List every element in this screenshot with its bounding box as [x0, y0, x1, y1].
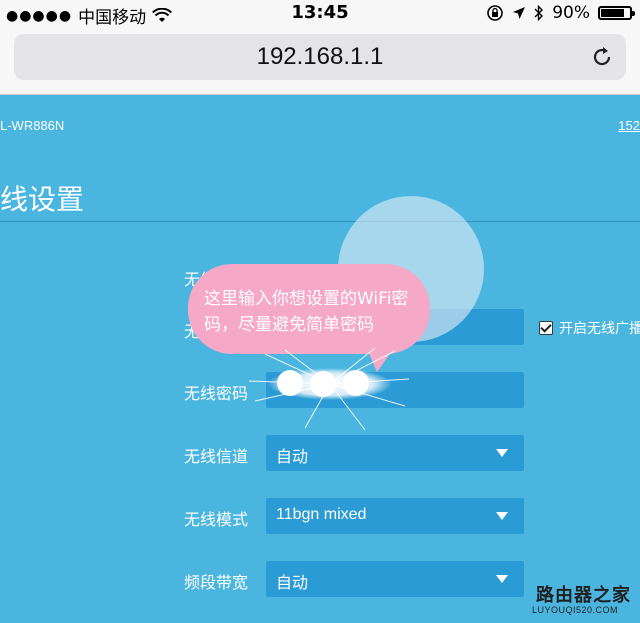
speech-bubble-text: 这里输入你想设置的WiFi密码，尽量避免简单密码 [204, 289, 409, 335]
battery-icon [598, 6, 635, 20]
bandwidth-select[interactable]: 自动 [266, 561, 524, 597]
speech-bubble: 这里输入你想设置的WiFi密码，尽量避免简单密码 [188, 264, 430, 354]
mode-value: 11bgn mixed [276, 506, 367, 523]
channel-select[interactable]: 自动 [266, 435, 524, 471]
url-text[interactable]: 192.168.1.1 [14, 43, 626, 71]
rotation-lock-icon [487, 5, 504, 21]
channel-value: 自动 [276, 449, 309, 466]
mode-select[interactable]: 11bgn mixed [266, 498, 524, 534]
bandwidth-value: 自动 [276, 575, 309, 592]
password-label: 无线密码 [184, 384, 249, 403]
browser-toolbar: 192.168.1.1 [0, 26, 640, 95]
battery-fill [601, 9, 625, 17]
mode-label: 无线模式 [184, 510, 249, 529]
address-bar[interactable]: 192.168.1.1 [14, 34, 626, 80]
title-divider [0, 221, 640, 222]
status-right: 90% [486, 3, 635, 23]
bluetooth-icon [534, 4, 544, 22]
watermark-title: 路由器之家 [536, 585, 631, 606]
battery-percent: 90% [552, 3, 590, 23]
channel-label: 无线信道 [184, 447, 249, 466]
chevron-down-icon [496, 575, 508, 583]
page-title: 线设置 [0, 183, 85, 216]
chevron-down-icon [496, 449, 508, 457]
sparkle-mask-icon [248, 347, 410, 431]
reload-icon[interactable] [588, 43, 616, 71]
broadcast-checkbox[interactable] [539, 321, 553, 335]
status-bar: ●●●●● 中国移动 13:45 90% [0, 0, 640, 28]
router-model: L-WR886N [0, 118, 65, 133]
chevron-down-icon [496, 512, 508, 520]
bandwidth-label: 频段带宽 [184, 573, 249, 592]
watermark-url: LUYOUQI520.COM [532, 605, 619, 615]
location-arrow-icon [513, 7, 526, 19]
watermark: 路由器之家 LUYOUQI520.COM [530, 579, 638, 621]
top-right-link[interactable]: 152 [618, 118, 640, 133]
broadcast-label: 开启无线广播 [559, 321, 640, 337]
